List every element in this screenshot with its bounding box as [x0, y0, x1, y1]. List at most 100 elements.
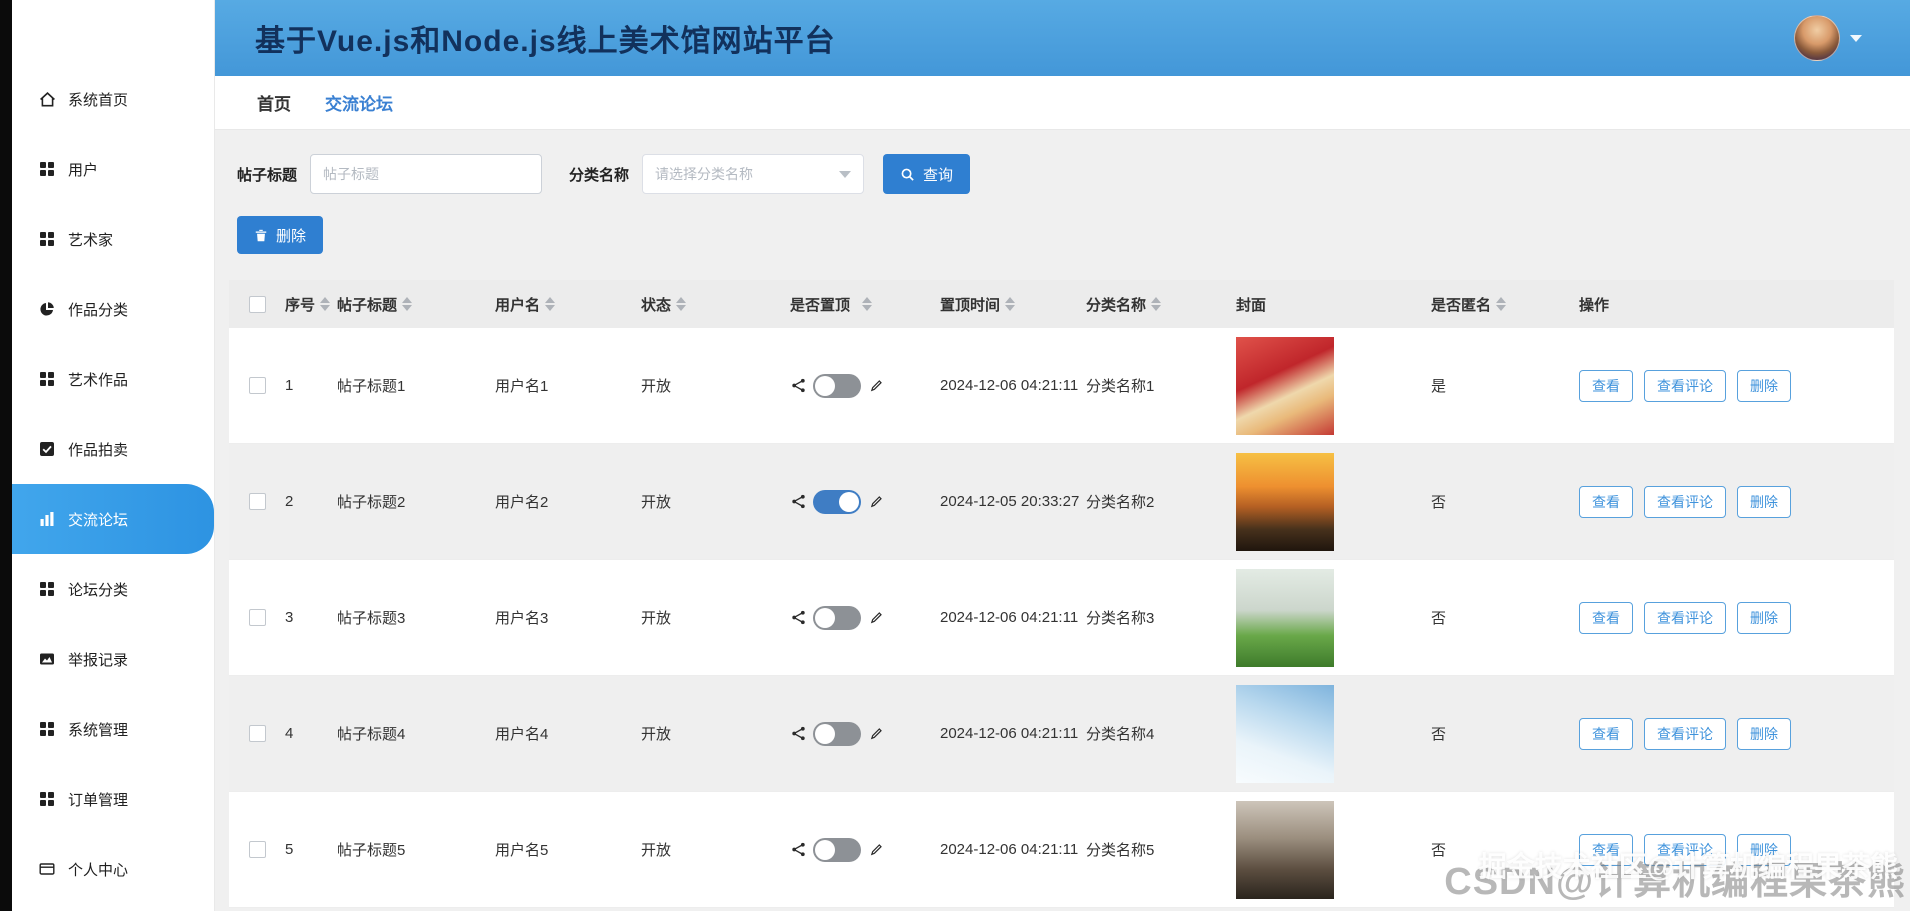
- cover-image[interactable]: [1236, 800, 1334, 899]
- edit-pencil-icon[interactable]: [868, 842, 884, 858]
- title-filter-input[interactable]: [310, 154, 543, 194]
- pin-toggle[interactable]: [813, 373, 861, 398]
- row-checkbox[interactable]: [248, 377, 266, 394]
- bulk-delete-button[interactable]: 删除: [237, 216, 324, 254]
- view-comments-button[interactable]: 查看评论: [1644, 485, 1726, 518]
- table-row: 2 帖子标题2 用户名2 开放 2024-12-05 20:33:27 分类名称…: [229, 444, 1894, 560]
- row-checkbox[interactable]: [248, 841, 266, 858]
- view-comments-button[interactable]: 查看评论: [1644, 601, 1726, 634]
- left-edge-strip: [0, 0, 12, 911]
- row-index: 5: [285, 841, 294, 858]
- delete-row-button[interactable]: 删除: [1737, 369, 1791, 402]
- sidebar-item-artworks[interactable]: 艺术作品: [12, 344, 214, 414]
- sidebar-item-artists[interactable]: 艺术家: [12, 204, 214, 274]
- search-icon: [900, 167, 915, 182]
- cover-image[interactable]: [1236, 568, 1334, 667]
- view-button[interactable]: 查看: [1579, 833, 1633, 866]
- category-select[interactable]: 请选择分类名称: [642, 154, 865, 194]
- view-comments-button[interactable]: 查看评论: [1644, 369, 1726, 402]
- pin-toggle[interactable]: [813, 605, 861, 630]
- sort-carets[interactable]: [676, 297, 687, 311]
- sidebar-item-forum-categories[interactable]: 论坛分类: [12, 554, 214, 624]
- sort-carets[interactable]: [1151, 297, 1162, 311]
- main-area: 基于Vue.js和Node.js线上美术馆网站平台 首页 交流论坛 帖子标题 分…: [215, 0, 1910, 911]
- row-checkbox[interactable]: [248, 493, 266, 510]
- sidebar-item-label: 系统管理: [68, 721, 129, 739]
- username: 用户名1: [495, 378, 549, 395]
- grid-icon: [38, 720, 56, 738]
- sidebar-item-users[interactable]: 用户: [12, 134, 214, 204]
- tab-forum[interactable]: 交流论坛: [325, 90, 393, 115]
- edit-pencil-icon[interactable]: [868, 494, 884, 510]
- sidebar-item-work-categories[interactable]: 作品分类: [12, 274, 214, 344]
- chevron-down-icon: [839, 170, 852, 178]
- delete-row-button[interactable]: 删除: [1737, 833, 1791, 866]
- col-header-pin-time: 置顶时间: [940, 294, 1086, 315]
- pin-toggle[interactable]: [813, 721, 861, 746]
- view-comments-button[interactable]: 查看评论: [1644, 717, 1726, 750]
- edit-pencil-icon[interactable]: [868, 610, 884, 626]
- view-button[interactable]: 查看: [1579, 601, 1633, 634]
- pin-time: 2024-12-06 04:21:11: [940, 725, 1079, 742]
- sidebar-item-label: 用户: [68, 161, 99, 179]
- edit-pencil-icon[interactable]: [868, 378, 884, 394]
- view-button[interactable]: 查看: [1579, 485, 1633, 518]
- cover-image[interactable]: [1236, 336, 1334, 435]
- pin-toggle[interactable]: [813, 489, 861, 514]
- share-icon[interactable]: [790, 378, 806, 394]
- sidebar-item-label: 作品分类: [68, 301, 129, 319]
- col-header-title: 帖子标题: [337, 294, 495, 315]
- home-icon: [38, 90, 56, 108]
- posts-table: 序号 帖子标题 用户名 状态 是否置顶 置顶时间 分类名称 封面 是否匿名 操作…: [229, 280, 1894, 908]
- tab-home[interactable]: 首页: [257, 90, 291, 115]
- select-all-checkbox[interactable]: [248, 295, 266, 313]
- row-index: 1: [285, 377, 294, 394]
- sidebar-item-auctions[interactable]: 作品拍卖: [12, 414, 214, 484]
- view-comments-button[interactable]: 查看评论: [1644, 833, 1726, 866]
- sidebar-item-orders[interactable]: 订单管理: [12, 764, 214, 834]
- view-button[interactable]: 查看: [1579, 717, 1633, 750]
- sidebar-item-label: 艺术家: [68, 231, 114, 249]
- sidebar-item-label: 作品拍卖: [68, 441, 129, 459]
- chevron-down-icon[interactable]: [1850, 34, 1862, 42]
- delete-row-button[interactable]: 删除: [1737, 485, 1791, 518]
- user-menu[interactable]: [1794, 15, 1862, 61]
- col-header-actions: 操作: [1579, 296, 1610, 314]
- sidebar-item-forum[interactable]: 交流论坛: [12, 484, 214, 554]
- table-row: 1 帖子标题1 用户名1 开放 2024-12-06 04:21:11 分类名称…: [229, 328, 1894, 444]
- share-icon[interactable]: [790, 726, 806, 742]
- sort-carets[interactable]: [402, 297, 413, 311]
- row-checkbox[interactable]: [248, 725, 266, 742]
- pin-toggle[interactable]: [813, 837, 861, 862]
- col-header-index: 序号: [285, 294, 337, 315]
- sidebar-item-label: 论坛分类: [68, 581, 129, 599]
- delete-row-button[interactable]: 删除: [1737, 601, 1791, 634]
- delete-row-button[interactable]: 删除: [1737, 717, 1791, 750]
- share-icon[interactable]: [790, 842, 806, 858]
- share-icon[interactable]: [790, 494, 806, 510]
- username: 用户名5: [495, 842, 549, 859]
- cover-image[interactable]: [1236, 452, 1334, 551]
- view-button[interactable]: 查看: [1579, 369, 1633, 402]
- sidebar-item-system[interactable]: 系统管理: [12, 694, 214, 764]
- sort-carets[interactable]: [545, 297, 556, 311]
- sort-carets[interactable]: [1496, 297, 1507, 311]
- sidebar-item-reports[interactable]: 举报记录: [12, 624, 214, 694]
- search-button[interactable]: 查询: [883, 154, 971, 194]
- sort-carets[interactable]: [320, 297, 331, 311]
- share-icon[interactable]: [790, 610, 806, 626]
- col-header-cover: 封面: [1236, 296, 1267, 314]
- sidebar-item-profile[interactable]: 个人中心: [12, 834, 214, 904]
- table-header-row: 序号 帖子标题 用户名 状态 是否置顶 置顶时间 分类名称 封面 是否匿名 操作: [229, 280, 1894, 328]
- sidebar-item-label: 订单管理: [68, 791, 129, 809]
- edit-pencil-icon[interactable]: [868, 726, 884, 742]
- sidebar-item-label: 艺术作品: [68, 371, 129, 389]
- category-name: 分类名称2: [1086, 494, 1155, 511]
- sort-carets[interactable]: [862, 297, 873, 311]
- sidebar-item-home[interactable]: 系统首页: [12, 64, 214, 134]
- row-checkbox[interactable]: [248, 609, 266, 626]
- avatar[interactable]: [1794, 15, 1840, 61]
- trash-icon: [254, 228, 268, 243]
- cover-image[interactable]: [1236, 684, 1334, 783]
- sort-carets[interactable]: [1005, 297, 1016, 311]
